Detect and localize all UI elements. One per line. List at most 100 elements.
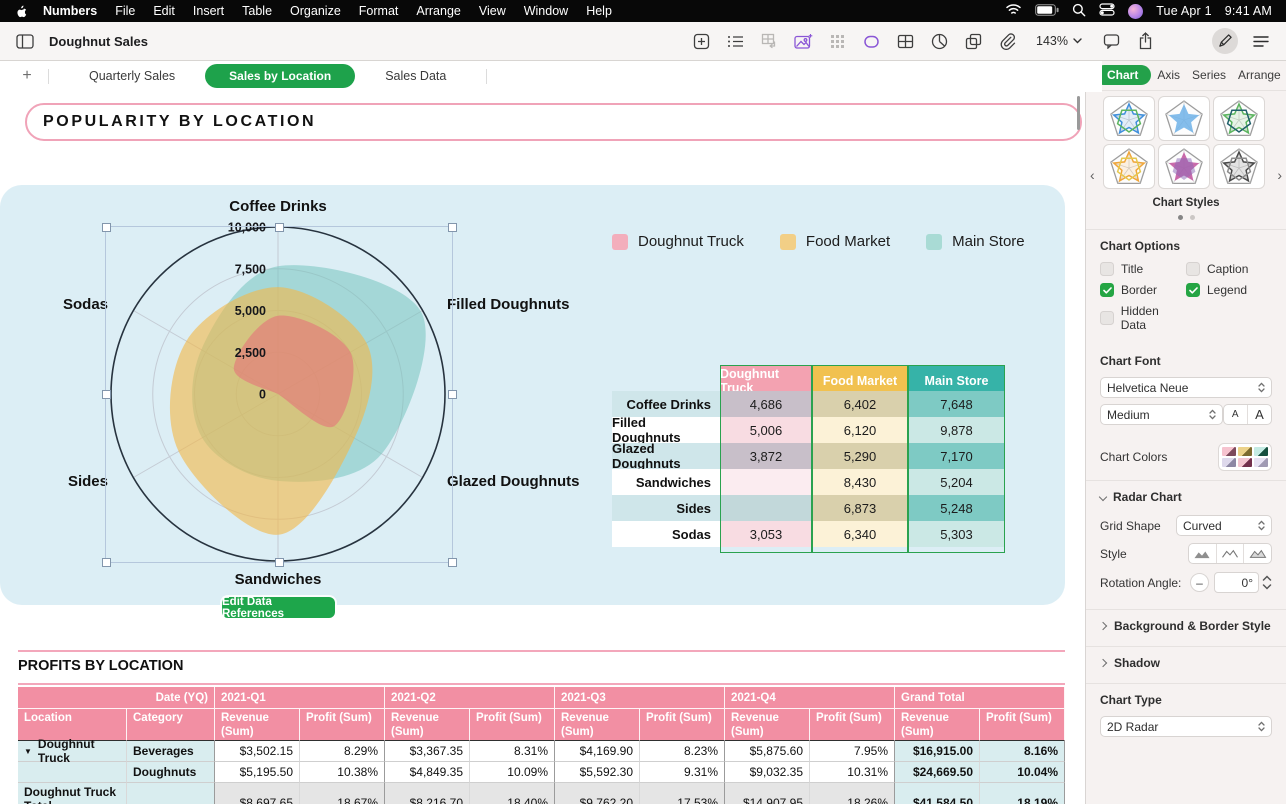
pivot-col-header[interactable]: Category bbox=[127, 709, 215, 741]
pivot-value-cell[interactable]: $24,669.50 bbox=[895, 762, 980, 783]
checkbox-icon[interactable] bbox=[1100, 311, 1114, 325]
ref-row-label[interactable]: Glazed Doughnuts bbox=[612, 443, 720, 469]
pivot-col-header[interactable]: Profit (Sum) bbox=[640, 709, 725, 741]
wifi-icon[interactable] bbox=[1005, 3, 1022, 19]
pivot-value-cell[interactable]: $5,592.30 bbox=[555, 762, 640, 783]
pivot-value-cell[interactable]: 8.31% bbox=[470, 741, 555, 762]
checkbox-hidden-data[interactable]: Hidden Data bbox=[1100, 304, 1186, 332]
list-view-icon[interactable] bbox=[724, 29, 746, 53]
chart-style-4[interactable] bbox=[1103, 144, 1155, 189]
chart-style-1[interactable] bbox=[1103, 96, 1155, 141]
selection-handle[interactable] bbox=[448, 223, 457, 232]
pivot-col-header[interactable]: Profit (Sum) bbox=[470, 709, 555, 741]
ref-cell[interactable] bbox=[720, 495, 812, 521]
chart-style-3[interactable] bbox=[1213, 96, 1265, 141]
menu-window[interactable]: Window bbox=[515, 4, 577, 18]
format-sidebar-icon[interactable] bbox=[1250, 29, 1272, 53]
selection-handle[interactable] bbox=[102, 390, 111, 399]
menu-help[interactable]: Help bbox=[577, 4, 621, 18]
pivot-group-header[interactable]: Grand Total bbox=[895, 687, 1065, 709]
sheet-tab-sales-data[interactable]: Sales Data bbox=[355, 69, 476, 83]
checkbox-icon[interactable] bbox=[1100, 262, 1114, 276]
ref-row-label[interactable]: Sides bbox=[612, 495, 720, 521]
pivot-group-header[interactable]: 2021-Q1 bbox=[215, 687, 385, 709]
pivot-value-cell[interactable]: $5,875.60 bbox=[725, 741, 810, 762]
chevron-right-icon[interactable] bbox=[1099, 659, 1107, 667]
chart-style-2[interactable] bbox=[1158, 96, 1210, 141]
pivot-value-cell[interactable]: 17.53% bbox=[640, 783, 725, 804]
ref-cell[interactable]: 7,170 bbox=[908, 443, 1005, 469]
pivot-value-cell[interactable]: $16,915.00 bbox=[895, 741, 980, 762]
pivot-value-cell[interactable]: 8.16% bbox=[980, 741, 1065, 762]
pivot-location-cell[interactable]: Doughnut Truck Total bbox=[18, 783, 127, 804]
sheet-tab-quarterly-sales[interactable]: Quarterly Sales bbox=[59, 69, 205, 83]
grid-shape-dropdown[interactable]: Curved bbox=[1176, 515, 1272, 536]
inspector-tab-axis[interactable]: Axis bbox=[1151, 65, 1186, 85]
ref-cell[interactable]: 6,402 bbox=[812, 391, 908, 417]
checkbox-checked-icon[interactable] bbox=[1186, 283, 1200, 297]
ref-cell[interactable] bbox=[720, 469, 812, 495]
pivot-value-cell[interactable]: 10.04% bbox=[980, 762, 1065, 783]
selection-handle[interactable] bbox=[275, 223, 284, 232]
sidebar-toggle-icon[interactable] bbox=[14, 29, 36, 53]
ref-row-label[interactable]: Coffee Drinks bbox=[612, 391, 720, 417]
pivot-group-header[interactable]: 2021-Q4 bbox=[725, 687, 895, 709]
menu-arrange[interactable]: Arrange bbox=[407, 4, 469, 18]
media-icon[interactable] bbox=[792, 29, 814, 53]
pivot-value-cell[interactable]: $4,849.35 bbox=[385, 762, 470, 783]
pivot-value-cell[interactable]: 7.95% bbox=[810, 741, 895, 762]
selection-handle[interactable] bbox=[275, 558, 284, 567]
checkbox-caption[interactable]: Caption bbox=[1186, 262, 1272, 276]
pivot-value-cell[interactable]: $9,762.20 bbox=[555, 783, 640, 804]
pivot-value-cell[interactable]: 8.23% bbox=[640, 741, 725, 762]
checkbox-title[interactable]: Title bbox=[1100, 262, 1186, 276]
background-border-style-label[interactable]: Background & Border Style bbox=[1114, 619, 1271, 633]
styles-prev-icon[interactable]: ‹ bbox=[1090, 167, 1095, 183]
chevron-right-icon[interactable] bbox=[1099, 622, 1107, 630]
format-brush-icon[interactable] bbox=[1212, 28, 1238, 54]
rotation-stepper[interactable] bbox=[1262, 575, 1272, 590]
pivot-value-cell[interactable]: 18.19% bbox=[980, 783, 1065, 804]
pivot-value-cell[interactable]: 18.40% bbox=[470, 783, 555, 804]
checkbox-checked-icon[interactable] bbox=[1100, 283, 1114, 297]
menu-organize[interactable]: Organize bbox=[281, 4, 350, 18]
ref-cell[interactable]: 5,248 bbox=[908, 495, 1005, 521]
pivot-col-header[interactable]: Revenue (Sum) bbox=[385, 709, 470, 741]
pivot-value-cell[interactable]: $3,502.15 bbox=[215, 741, 300, 762]
control-center-icon[interactable] bbox=[1099, 3, 1115, 19]
pivot-col-header[interactable]: Revenue (Sum) bbox=[215, 709, 300, 741]
ref-cell[interactable]: 6,340 bbox=[812, 521, 908, 547]
battery-icon[interactable] bbox=[1035, 4, 1059, 19]
chart-icon[interactable] bbox=[928, 29, 950, 53]
ref-cell[interactable]: 5,290 bbox=[812, 443, 908, 469]
menu-table[interactable]: Table bbox=[233, 4, 281, 18]
pivot-category-cell[interactable]: Doughnuts bbox=[127, 762, 215, 783]
pivot-value-cell[interactable]: $8,697.65 bbox=[215, 783, 300, 804]
chart-style-5[interactable] bbox=[1158, 144, 1210, 189]
radar-style-line-fill-button[interactable] bbox=[1243, 544, 1271, 563]
pivot-location-cell[interactable] bbox=[18, 762, 127, 783]
styles-next-icon[interactable]: › bbox=[1277, 167, 1282, 183]
pivot-value-cell[interactable]: 10.31% bbox=[810, 762, 895, 783]
assistant-icon[interactable] bbox=[1128, 4, 1143, 19]
pivot-value-cell[interactable]: $9,032.35 bbox=[725, 762, 810, 783]
ref-row-label[interactable]: Filled Doughnuts bbox=[612, 417, 720, 443]
pivot-value-cell[interactable]: $14,907.95 bbox=[725, 783, 810, 804]
ref-cell[interactable]: 6,120 bbox=[812, 417, 908, 443]
checkbox-border[interactable]: Border bbox=[1100, 283, 1186, 297]
pivot-col-header[interactable]: Revenue (Sum) bbox=[895, 709, 980, 741]
chart-style-6[interactable] bbox=[1213, 144, 1265, 189]
page-title-box[interactable]: POPULARITY BY LOCATION bbox=[25, 103, 1082, 141]
sheet-tab-sales-by-location[interactable]: Sales by Location bbox=[205, 64, 355, 88]
add-sheet-button[interactable]: + bbox=[16, 67, 38, 85]
disclosure-triangle-icon[interactable]: ▼ bbox=[24, 747, 32, 756]
ref-cell[interactable]: 3,053 bbox=[720, 521, 812, 547]
inspector-tab-chart[interactable]: Chart bbox=[1094, 65, 1151, 85]
canvas-scrollbar[interactable] bbox=[1077, 96, 1080, 130]
pivot-category-cell[interactable]: Beverages bbox=[127, 741, 215, 762]
selection-handle[interactable] bbox=[102, 223, 111, 232]
font-family-dropdown[interactable]: Helvetica Neue bbox=[1100, 377, 1272, 398]
document-title[interactable]: Doughnut Sales bbox=[49, 34, 148, 49]
apple-menu-icon[interactable] bbox=[14, 3, 28, 19]
checkbox-icon[interactable] bbox=[1186, 262, 1200, 276]
